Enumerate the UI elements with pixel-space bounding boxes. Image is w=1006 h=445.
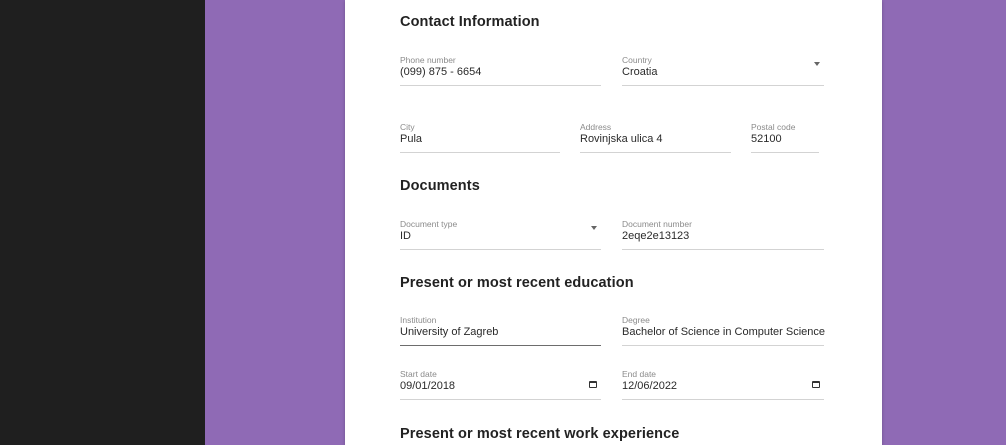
left-dark-panel — [0, 0, 205, 445]
end-date-field[interactable]: End date 12/06/2022 — [622, 369, 824, 400]
city-label: City — [400, 122, 415, 132]
degree-field[interactable]: Degree Bachelor of Science in Computer S… — [622, 315, 825, 346]
postal-code-field[interactable]: Postal code 52100 — [751, 122, 819, 153]
phone-field[interactable]: Phone number (099) 875 - 6654 — [400, 55, 601, 86]
document-type-select[interactable]: Document type ID — [400, 219, 601, 250]
contact-section-title: Contact Information — [400, 14, 540, 30]
city-field[interactable]: City Pula — [400, 122, 560, 153]
background-left — [205, 0, 345, 445]
calendar-icon[interactable] — [812, 381, 820, 388]
address-label: Address — [580, 122, 612, 132]
document-number-label: Document number — [622, 219, 692, 229]
chevron-down-icon[interactable] — [591, 226, 597, 230]
phone-value: (099) 875 - 6654 — [400, 66, 482, 78]
background-right — [882, 0, 1006, 445]
address-value: Rovinjska ulica 4 — [580, 133, 663, 145]
country-label: Country — [622, 55, 652, 65]
end-date-value: 12/06/2022 — [622, 380, 678, 392]
country-value: Croatia — [622, 66, 658, 78]
institution-field[interactable]: Institution University of Zagreb — [400, 315, 601, 346]
start-date-label: Start date — [400, 369, 437, 379]
chevron-down-icon[interactable] — [814, 62, 820, 66]
degree-label: Degree — [622, 315, 650, 325]
form-card: Contact Information Phone number (099) 8… — [345, 0, 882, 445]
address-field[interactable]: Address Rovinjska ulica 4 — [580, 122, 731, 153]
document-number-value: 2eqe2e13123 — [622, 230, 690, 242]
calendar-icon[interactable] — [589, 381, 597, 388]
institution-value: University of Zagreb — [400, 326, 499, 338]
city-value: Pula — [400, 133, 423, 145]
document-type-label: Document type — [400, 219, 458, 229]
phone-label: Phone number — [400, 55, 456, 65]
postal-code-value: 52100 — [751, 133, 782, 145]
education-section-title: Present or most recent education — [400, 275, 634, 291]
start-date-field[interactable]: Start date 09/01/2018 — [400, 369, 601, 400]
work-section-title: Present or most recent work experience — [400, 426, 680, 442]
documents-section-title: Documents — [400, 178, 480, 194]
end-date-label: End date — [622, 369, 657, 379]
document-number-field[interactable]: Document number 2eqe2e13123 — [622, 219, 824, 250]
document-type-value: ID — [400, 230, 411, 242]
institution-label: Institution — [400, 315, 437, 325]
degree-value: Bachelor of Science in Computer Science — [622, 326, 825, 338]
country-select[interactable]: Country Croatia — [622, 55, 824, 86]
start-date-value: 09/01/2018 — [400, 380, 456, 392]
postal-code-label: Postal code — [751, 122, 796, 132]
